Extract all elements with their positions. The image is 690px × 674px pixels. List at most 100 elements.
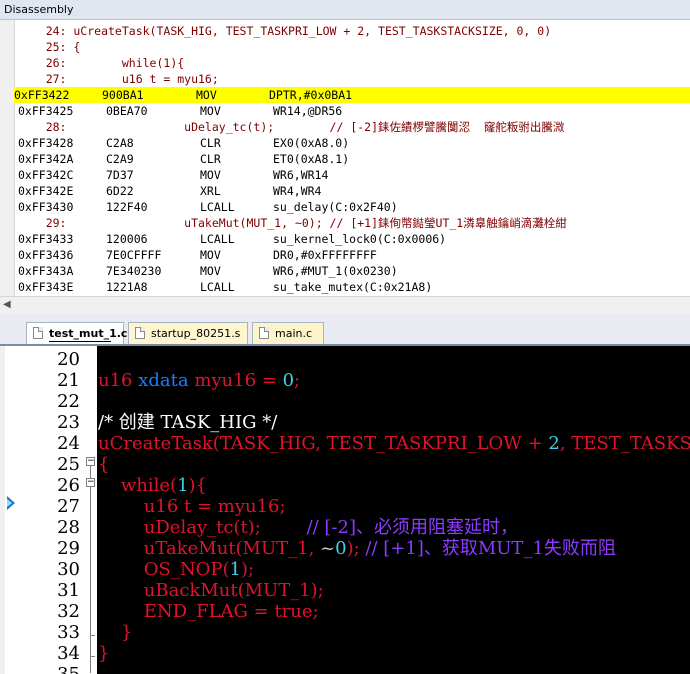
disassembly-instruction-line[interactable]: 0xFF342E 6D22 XRL WR4,WR4: [18, 183, 690, 199]
tab-startup-80251[interactable]: startup_80251.s: [128, 322, 248, 344]
code-token: , TEST_TASKS: [559, 433, 690, 454]
code-token: ){: [188, 475, 208, 496]
instruction-bytes: 7E0CFFFF: [106, 248, 162, 262]
tab-main-c[interactable]: main.c: [252, 322, 324, 344]
file-icon: [259, 327, 269, 339]
disassembly-instruction-line[interactable]: 0xFF3422 900BA1 MOV DPTR,#0x0BA1: [14, 87, 690, 103]
line-number: 33: [57, 622, 80, 643]
code-token: 0: [282, 370, 295, 391]
instruction-mnemonic: XRL: [200, 184, 221, 198]
instruction-address: 0xFF343A: [18, 264, 74, 278]
line-number: 35: [50, 664, 80, 674]
disassembly-instruction-line[interactable]: 0xFF343A 7E340230 MOV WR6,#MUT_1(0x0230): [18, 263, 690, 279]
disassembly-gutter[interactable]: [0, 20, 15, 296]
code-line[interactable]: uDelay_tc(t); // [-2]、必须用阻塞延时，: [98, 517, 518, 538]
instruction-bytes: 6D22: [106, 184, 134, 198]
fold-collapse-icon[interactable]: −: [86, 478, 95, 487]
line-number: 34: [57, 643, 80, 664]
instruction-mnemonic: LCALL: [200, 232, 235, 246]
code-line[interactable]: uCreateTask(TASK_HIG, TEST_TASKPRI_LOW +…: [98, 433, 690, 454]
line-number: 30: [57, 559, 80, 580]
line-number: 32: [57, 601, 80, 622]
disassembly-source-line[interactable]: 27: u16 t = myu16;: [18, 71, 690, 87]
line-number-gutter: 20212223242526272829303132333435: [50, 346, 84, 674]
fold-collapse-icon[interactable]: −: [86, 457, 95, 466]
code-line[interactable]: }: [98, 622, 132, 643]
instruction-mnemonic: MOV: [196, 88, 217, 102]
disassembly-instruction-line[interactable]: 0xFF342C 7D37 MOV WR6,WR14: [18, 167, 690, 183]
tab-label: main.c: [275, 327, 313, 340]
code-token: ;: [312, 601, 319, 622]
code-token: uCreateTask(TASK_HIG, TEST_TASKPRI_LOW +: [98, 433, 549, 454]
code-token: ;: [294, 370, 301, 391]
code-token: uDelay_tc(t);: [98, 517, 307, 538]
code-lines[interactable]: u16 xdata myu16 = 0; /* 创建 TASK_HIG */uCr…: [98, 346, 690, 674]
disassembly-source-line[interactable]: 29: uTakeMut(MUT_1, ~0); // [+1]銇侚幣鐑瑩UT_…: [18, 215, 690, 231]
disassembly-instruction-line[interactable]: 0xFF343E 1221A8 LCALL su_take_mutex(C:0x21A…: [18, 279, 690, 295]
code-token: 1: [229, 559, 241, 580]
disassembly-instruction-line[interactable]: 0xFF3430 122F40 LCALL su_delay(C:0x2F40): [18, 199, 690, 215]
instruction-operands: EX0(0xA8.0): [273, 136, 350, 150]
code-token: u16: [98, 370, 139, 391]
disassembly-source-line[interactable]: 24: uCreateTask(TASK_HIG, TEST_TASKPRI_L…: [18, 23, 690, 39]
code-token: }: [98, 622, 133, 643]
file-icon: [33, 327, 43, 339]
code-line[interactable]: u16 xdata myu16 = 0;: [98, 370, 300, 391]
disassembly-source-line[interactable]: 25: {: [18, 39, 690, 55]
tab-label: test_mut_1.c: [49, 327, 128, 340]
horizontal-scrollbar[interactable]: ◀: [0, 296, 690, 314]
instruction-operands: su_take_mutex(C:0x21A8): [273, 280, 433, 294]
instruction-operands: WR14,@DR56: [273, 104, 343, 118]
source-text: 25: {: [18, 40, 81, 54]
code-token: {: [98, 454, 110, 475]
instruction-bytes: 7E340230: [106, 264, 162, 278]
code-line[interactable]: /* 创建 TASK_HIG */: [98, 412, 277, 433]
code-line[interactable]: uBackMut(MUT_1);: [98, 580, 324, 601]
code-line[interactable]: END_FLAG = true;: [98, 601, 319, 622]
code-line[interactable]: while(1){: [98, 475, 207, 496]
instruction-bytes: C2A9: [106, 152, 134, 166]
code-token: xdata: [138, 370, 195, 391]
instruction-operands: WR6,WR14: [273, 168, 329, 182]
disassembly-source-line[interactable]: 26: while(1){: [18, 55, 690, 71]
code-token: uTakeMut(MUT_1,: [98, 538, 321, 559]
disassembly-instruction-line[interactable]: 0xFF3433 120006 LCALL su_kernel_lock0(C:0x0…: [18, 231, 690, 247]
disassembly-view[interactable]: 24: uCreateTask(TASK_HIG, TEST_TASKPRI_L…: [0, 20, 690, 296]
code-token: OS_NOP(: [98, 559, 230, 580]
code-token: // [-2]、必须用阻塞延时，: [306, 517, 518, 538]
source-text: 28: uDelay_tc(t); // [-2]銇佐績椤譬騰闅涊 窿舵粄驸出騰…: [18, 120, 565, 134]
disassembly-instruction-line[interactable]: 0xFF3425 0BEA70 MOV WR14,@DR56: [18, 103, 690, 119]
code-line[interactable]: OS_NOP(1);: [98, 559, 254, 580]
instruction-operands: DPTR,#0x0BA1: [269, 88, 353, 102]
code-line[interactable]: u16 t = myu16;: [98, 496, 286, 517]
code-line[interactable]: uTakeMut(MUT_1, ~0); // [+1]、获取MUT_1失败而阻: [98, 538, 616, 559]
source-text: 26: while(1){: [18, 56, 185, 70]
breakpoint-gutter[interactable]: [5, 346, 50, 674]
fold-gutter: − −: [84, 346, 97, 674]
line-number: 25: [57, 454, 80, 475]
code-token: while(: [98, 475, 178, 496]
scroll-left-icon[interactable]: ◀: [3, 299, 11, 310]
instruction-operands: su_delay(C:0x2F40): [273, 200, 398, 214]
instruction-bytes: 7D37: [106, 168, 134, 182]
disassembly-title: Disassembly: [0, 0, 690, 20]
code-line[interactable]: }: [98, 643, 109, 664]
code-token: 1: [177, 475, 189, 496]
instruction-bytes: 1221A8: [106, 280, 148, 294]
code-token: // [+1]、获取MUT_1失败而阻: [365, 538, 616, 559]
code-line[interactable]: {: [98, 454, 109, 475]
instruction-address: 0xFF342C: [18, 168, 74, 182]
instruction-address: 0xFF343E: [18, 280, 74, 294]
disassembly-instruction-line[interactable]: 0xFF3436 7E0CFFFF MOV DR0,#0xFFFFFFFF: [18, 247, 690, 263]
tab-test-mut-1[interactable]: test_mut_1.c: [26, 322, 128, 344]
disassembly-instruction-line[interactable]: 0xFF3428 C2A8 CLR EX0(0xA8.0): [18, 135, 690, 151]
code-token: true: [274, 601, 313, 622]
disassembly-source-line[interactable]: 28: uDelay_tc(t); // [-2]銇佐績椤譬騰闅涊 窿舵粄驸出騰…: [18, 119, 690, 135]
instruction-mnemonic: MOV: [200, 264, 221, 278]
instruction-mnemonic: LCALL: [200, 280, 235, 294]
disassembly-instruction-line[interactable]: 0xFF342A C2A9 CLR ET0(0xA8.1): [18, 151, 690, 167]
line-number: 24: [57, 433, 80, 454]
instruction-address: 0xFF3430: [18, 200, 74, 214]
instruction-mnemonic: MOV: [200, 248, 221, 262]
code-editor[interactable]: 20212223242526272829303132333435 − − u16…: [0, 346, 690, 674]
